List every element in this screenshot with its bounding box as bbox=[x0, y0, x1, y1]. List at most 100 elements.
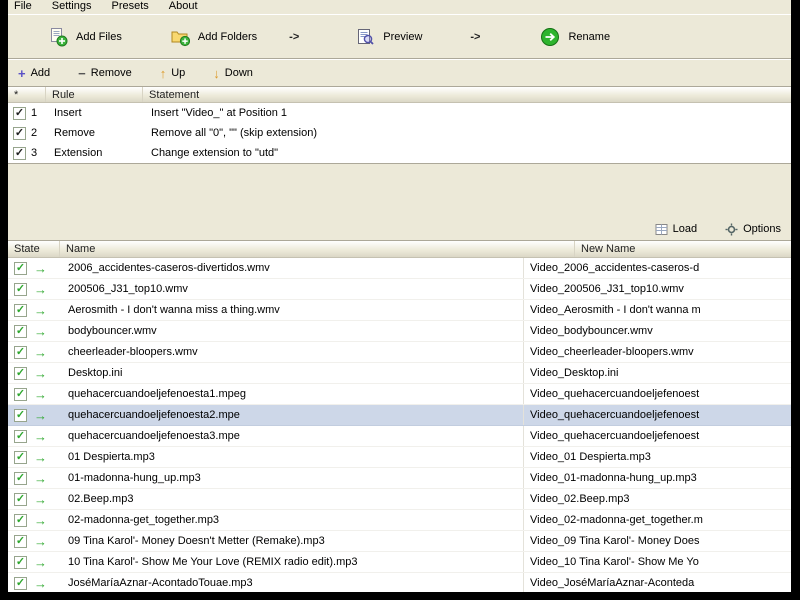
file-row[interactable]: ✓→quehacercuandoeljefenoesta1.mpegVideo_… bbox=[8, 384, 791, 405]
file-name: Aerosmith - I don't wanna miss a thing.w… bbox=[60, 304, 523, 316]
file-row[interactable]: ✓→quehacercuandoeljefenoesta2.mpeVideo_q… bbox=[8, 405, 791, 426]
check-icon: ✓ bbox=[16, 452, 25, 463]
rule-number: 1 bbox=[31, 107, 37, 119]
file-row[interactable]: ✓→JoséMaríaAznar-AcontadoTouae.mp3Video_… bbox=[8, 573, 791, 592]
minus-icon: − bbox=[78, 67, 86, 80]
file-new-name: Video_09 Tina Karol'- Money Does bbox=[523, 531, 791, 551]
rules-table-body: ✓1InsertInsert "Video_" at Position 1✓2R… bbox=[8, 103, 791, 163]
file-checkbox[interactable]: ✓ bbox=[14, 304, 27, 317]
file-checkbox[interactable]: ✓ bbox=[14, 535, 27, 548]
menu-presets[interactable]: Presets bbox=[111, 0, 148, 14]
file-row[interactable]: ✓→bodybouncer.wmvVideo_bodybouncer.wmv bbox=[8, 321, 791, 342]
rule-name: Remove bbox=[46, 127, 143, 139]
plus-icon: + bbox=[18, 67, 26, 80]
file-checkbox[interactable]: ✓ bbox=[14, 283, 27, 296]
rule-down-button[interactable]: ↓ Down bbox=[213, 67, 253, 80]
file-checkbox[interactable]: ✓ bbox=[14, 367, 27, 380]
file-row[interactable]: ✓→01 Despierta.mp3Video_01 Despierta.mp3 bbox=[8, 447, 791, 468]
file-row[interactable]: ✓→2006_accidentes-caseros-divertidos.wmv… bbox=[8, 258, 791, 279]
file-name: quehacercuandoeljefenoesta2.mpe bbox=[60, 409, 523, 421]
add-files-button[interactable]: Add Files bbox=[48, 27, 122, 47]
file-name: 02-madonna-get_together.mp3 bbox=[60, 514, 523, 526]
check-icon: ✓ bbox=[16, 557, 25, 568]
file-row[interactable]: ✓→Aerosmith - I don't wanna miss a thing… bbox=[8, 300, 791, 321]
state-arrow-icon: → bbox=[34, 514, 47, 527]
files-header-state[interactable]: State bbox=[8, 241, 60, 257]
rule-remove-button[interactable]: − Remove bbox=[78, 67, 132, 80]
files-header-new-name[interactable]: New Name bbox=[575, 241, 791, 257]
state-arrow-icon: → bbox=[34, 283, 47, 296]
options-button[interactable]: Options bbox=[725, 223, 781, 236]
file-checkbox[interactable]: ✓ bbox=[14, 493, 27, 506]
file-row[interactable]: ✓→09 Tina Karol'- Money Doesn't Metter (… bbox=[8, 531, 791, 552]
options-label: Options bbox=[743, 223, 781, 235]
rule-row[interactable]: ✓2RemoveRemove all "0", "" (skip extensi… bbox=[8, 123, 791, 143]
rule-add-button[interactable]: + Add bbox=[18, 67, 50, 80]
rule-row[interactable]: ✓1InsertInsert "Video_" at Position 1 bbox=[8, 103, 791, 123]
file-name: 10 Tina Karol'- Show Me Your Love (REMIX… bbox=[60, 556, 523, 568]
file-checkbox[interactable]: ✓ bbox=[14, 451, 27, 464]
rule-up-button[interactable]: ↑ Up bbox=[160, 67, 186, 80]
file-row[interactable]: ✓→Desktop.iniVideo_Desktop.ini bbox=[8, 363, 791, 384]
file-checkbox[interactable]: ✓ bbox=[14, 409, 27, 422]
check-icon: ✓ bbox=[16, 431, 25, 442]
rule-down-label: Down bbox=[225, 67, 253, 79]
file-checkbox[interactable]: ✓ bbox=[14, 346, 27, 359]
menu-settings[interactable]: Settings bbox=[52, 0, 92, 14]
load-button[interactable]: Load bbox=[655, 223, 697, 236]
add-files-label: Add Files bbox=[76, 31, 122, 43]
preview-button[interactable]: Preview bbox=[355, 27, 422, 47]
file-row[interactable]: ✓ → quehacercuandoeljefenoesta3.mpeVideo_q… bbox=[8, 426, 791, 447]
rule-checkbox[interactable]: ✓ bbox=[13, 107, 26, 120]
file-checkbox[interactable]: ✓ bbox=[14, 262, 27, 275]
rules-table: * Rule Statement ✓1InsertInsert "Video_"… bbox=[8, 86, 791, 164]
menu-file[interactable]: File bbox=[14, 0, 32, 14]
rule-checkbox[interactable]: ✓ bbox=[13, 147, 26, 160]
state-arrow-icon: → bbox=[34, 262, 47, 275]
file-checkbox[interactable]: ✓ bbox=[14, 430, 27, 443]
add-folders-button[interactable]: Add Folders bbox=[170, 27, 257, 47]
rule-checkbox[interactable]: ✓ bbox=[13, 127, 26, 140]
rule-up-label: Up bbox=[171, 67, 185, 79]
menu-bar: File Settings Presets About bbox=[8, 0, 791, 14]
file-checkbox[interactable]: ✓ bbox=[14, 325, 27, 338]
state-arrow-icon: → bbox=[34, 430, 47, 443]
files-header-name[interactable]: Name bbox=[60, 241, 575, 257]
check-icon: ✓ bbox=[16, 389, 25, 400]
file-checkbox[interactable]: ✓ bbox=[14, 388, 27, 401]
file-name: quehacercuandoeljefenoesta3.mpe bbox=[60, 430, 523, 442]
file-name: quehacercuandoeljefenoesta1.mpeg bbox=[60, 388, 523, 400]
rules-panel-empty-area bbox=[8, 164, 791, 218]
rules-header-check[interactable]: * bbox=[8, 87, 46, 102]
file-checkbox[interactable]: ✓ bbox=[14, 577, 27, 590]
file-row[interactable]: ✓→02.Beep.mp3Video_02.Beep.mp3 bbox=[8, 489, 791, 510]
rule-remove-label: Remove bbox=[91, 67, 132, 79]
file-row[interactable]: ✓→01-madonna-hung_up.mp3Video_01-madonna… bbox=[8, 468, 791, 489]
rules-header-rule[interactable]: Rule bbox=[46, 87, 143, 102]
file-row[interactable]: ✓→02-madonna-get_together.mp3Video_02-ma… bbox=[8, 510, 791, 531]
file-name: cheerleader-bloopers.wmv bbox=[60, 346, 523, 358]
file-new-name: Video_02.Beep.mp3 bbox=[523, 489, 791, 509]
check-icon: ✓ bbox=[16, 347, 25, 358]
file-new-name: Video_quehacercuandoeljefenoest bbox=[523, 426, 791, 446]
state-arrow-icon: → bbox=[34, 388, 47, 401]
rules-toolbar: + Add − Remove ↑ Up ↓ Down bbox=[8, 59, 791, 86]
files-table: State Name New Name ✓→2006_accidentes-ca… bbox=[8, 240, 791, 592]
rule-number: 3 bbox=[31, 147, 37, 159]
menu-about[interactable]: About bbox=[169, 0, 198, 14]
state-arrow-icon: → bbox=[34, 535, 47, 548]
rename-label: Rename bbox=[568, 31, 610, 43]
file-row[interactable]: ✓→10 Tina Karol'- Show Me Your Love (REM… bbox=[8, 552, 791, 573]
rule-row[interactable]: ✓3ExtensionChange extension to "utd" bbox=[8, 143, 791, 163]
file-row[interactable]: ✓→cheerleader-bloopers.wmvVideo_cheerlea… bbox=[8, 342, 791, 363]
file-checkbox[interactable]: ✓ bbox=[14, 556, 27, 569]
rename-button[interactable]: Rename bbox=[540, 27, 610, 47]
file-checkbox[interactable]: ✓ bbox=[14, 472, 27, 485]
rules-header-statement[interactable]: Statement bbox=[143, 87, 791, 102]
check-icon: ✓ bbox=[16, 368, 25, 379]
file-row[interactable]: ✓→200506_J31_top10.wmvVideo_200506_J31_t… bbox=[8, 279, 791, 300]
app-window: File Settings Presets About Add Files bbox=[8, 0, 791, 592]
rule-name: Extension bbox=[46, 147, 143, 159]
file-checkbox[interactable]: ✓ bbox=[14, 514, 27, 527]
flow-arrow-2: -> bbox=[470, 31, 480, 43]
